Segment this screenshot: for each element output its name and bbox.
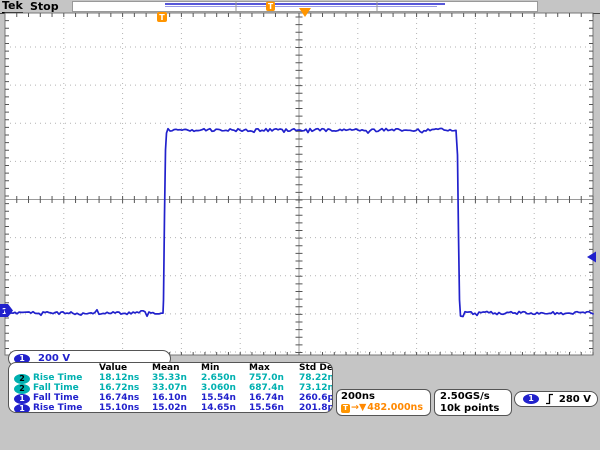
oscilloscope-screen: Tek Stop TT1 1 200 V Value Mean Min Max … <box>0 0 600 450</box>
measurement-table: Value Mean Min Max Std Dev 2Rise Time 18… <box>8 362 333 413</box>
top-status-bar: Tek Stop <box>0 0 600 14</box>
tek-logo: Tek <box>2 0 23 13</box>
meas-cell: 201.8p <box>299 404 333 413</box>
delay-value: 482.000ns <box>367 402 423 414</box>
channel2-badge: 2 <box>14 374 30 384</box>
trigger-source-badge: 1 <box>523 394 539 404</box>
acquisition-readout[interactable]: 2.50GS/s 10k points <box>434 389 512 416</box>
rising-edge-icon <box>545 393 553 405</box>
trigger-t-icon: T <box>341 404 350 413</box>
bottom-menu-bar: Save Screen Image Save Waveform Save Set… <box>0 416 600 450</box>
waveform-display <box>5 13 593 355</box>
delay-arrow-icon: →▼ <box>351 402 366 414</box>
meas-cell: 15.10ns <box>99 404 152 413</box>
horizontal-timebase-readout[interactable]: 200ns T →▼ 482.000ns <box>336 389 431 416</box>
meas-row-label: 1Rise Time <box>14 404 99 413</box>
acquisition-status: Stop <box>30 0 59 13</box>
meas-cell: 14.65n <box>201 404 249 413</box>
channel2-badge: 2 <box>14 384 30 394</box>
channel1-badge: 1 <box>14 404 30 413</box>
timebase-value: 200ns <box>341 391 430 402</box>
sample-rate: 2.50GS/s <box>440 391 511 403</box>
record-length: 10k points <box>440 403 511 415</box>
meas-cell: 15.02n <box>152 404 201 413</box>
record-view-strip[interactable] <box>72 1 538 12</box>
trigger-readout[interactable]: 1 280 V <box>514 391 598 407</box>
trigger-delay-readout: T →▼ 482.000ns <box>341 402 430 414</box>
meas-cell: 15.56n <box>249 404 299 413</box>
trigger-level-value: 280 V <box>559 394 591 405</box>
channel1-badge: 1 <box>14 394 30 404</box>
